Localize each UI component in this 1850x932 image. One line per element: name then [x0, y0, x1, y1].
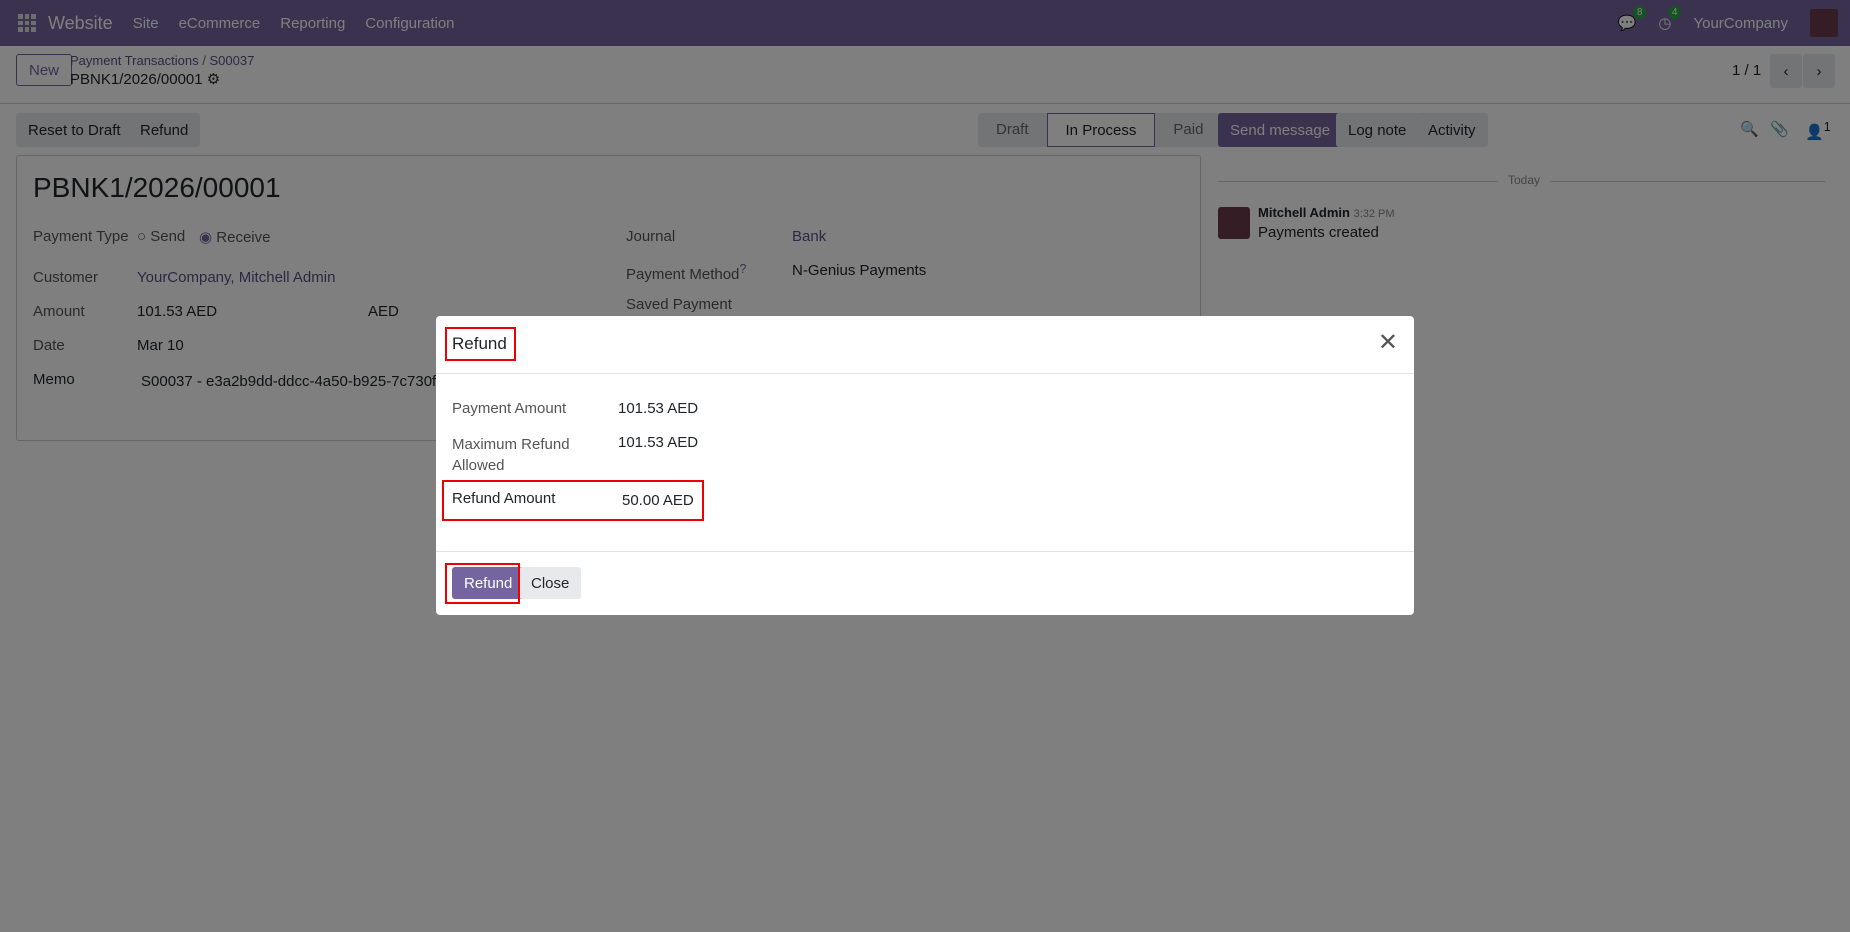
payment-amount-label: Payment Amount	[452, 400, 567, 417]
dialog-header: Refund ✕	[436, 316, 1414, 374]
highlight-refund-button	[445, 563, 520, 604]
close-icon[interactable]: ✕	[1378, 328, 1398, 357]
max-refund-label: Maximum Refund Allowed	[452, 436, 570, 474]
close-button[interactable]: Close	[519, 567, 582, 599]
max-refund-value: 101.53 AED	[618, 434, 699, 451]
highlight-title	[445, 327, 516, 361]
payment-amount-value: 101.53 AED	[618, 400, 699, 417]
refund-dialog: Refund ✕ Payment Amount 101.53 AED Maxim…	[436, 316, 1414, 615]
dialog-footer-divider	[436, 551, 1414, 552]
highlight-refund-amount	[442, 480, 704, 521]
